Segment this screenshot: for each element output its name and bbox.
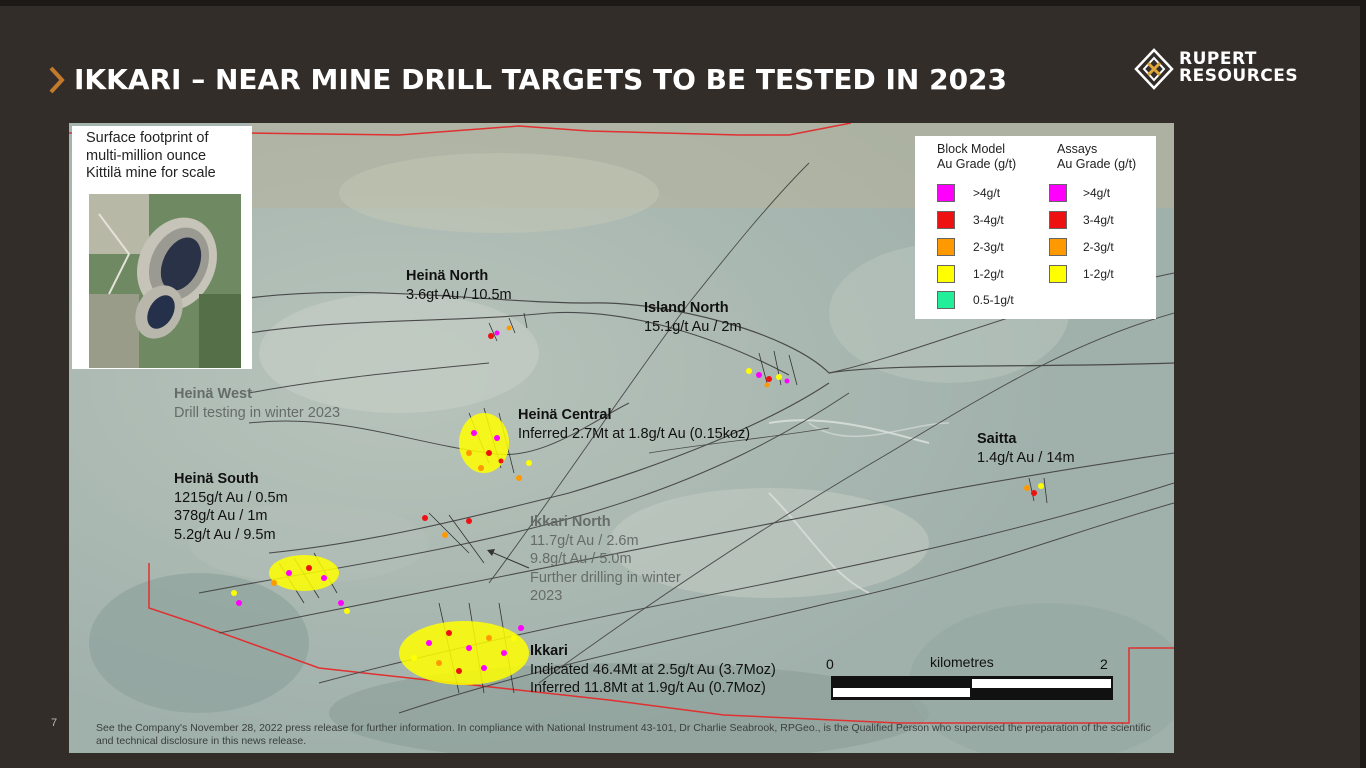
target-detail: Further drilling in winter <box>530 569 681 586</box>
block-label-1-2: 1-2g/t <box>973 267 1004 281</box>
block-label-gt4: >4g/t <box>973 186 1001 200</box>
logo-line-2: RESOURCES <box>1179 66 1299 86</box>
assay-swatch-2-3 <box>1049 238 1067 256</box>
scale-end-label: 2 <box>1100 656 1108 672</box>
target-name: Ikkari North <box>530 514 611 530</box>
assay-swatch-1-2 <box>1049 265 1067 283</box>
kittila-mine-inset: Surface footprint of multi-million ounce… <box>72 126 252 369</box>
target-name: Heinä North <box>406 268 489 284</box>
target-heina-south: Heinä South 1215g/t Au / 0.5m 378g/t Au … <box>174 470 288 544</box>
assay-label-1-2: 1-2g/t <box>1083 267 1114 281</box>
target-name: Island North <box>644 300 729 316</box>
target-detail: 1215g/t Au / 0.5m <box>174 489 288 506</box>
target-detail: 2023 <box>530 588 563 604</box>
block-swatch-gt4 <box>937 184 955 202</box>
legend-title-line: Au Grade (g/t) <box>1057 157 1137 171</box>
assay-label-3-4: 3-4g/t <box>1083 213 1114 227</box>
inset-caption: Surface footprint of multi-million ounce… <box>86 130 246 183</box>
block-swatch-1-2 <box>937 265 955 283</box>
block-label-2-3: 2-3g/t <box>973 240 1004 254</box>
target-detail: Drill testing in winter 2023 <box>174 404 341 421</box>
block-label-3-4: 3-4g/t <box>973 213 1004 227</box>
target-name: Ikkari <box>530 643 568 659</box>
block-swatch-0-5-1 <box>937 291 955 309</box>
target-detail: 3.6gt Au / 10.5m <box>406 286 512 303</box>
company-logo: RUPERT RESOURCES <box>1134 48 1314 90</box>
target-heina-central: Heinä Central Inferred 2.7Mt at 1.8g/t A… <box>518 406 750 443</box>
diamond-x-icon <box>1134 48 1174 90</box>
target-heina-west: Heinä West Drill testing in winter 2023 <box>174 385 340 422</box>
target-name: Heinä South <box>174 471 259 487</box>
top-frame-bar <box>0 0 1366 6</box>
target-name: Heinä West <box>174 386 252 402</box>
page-number: 7 <box>51 717 58 729</box>
inset-caption-line: Kittilä mine for scale <box>86 165 216 181</box>
drill-target-map: Surface footprint of multi-million ounce… <box>69 123 1174 753</box>
target-heina-north: Heinä North 3.6gt Au / 10.5m <box>406 267 512 304</box>
footnote: See the Company's November 28, 2022 pres… <box>96 722 1151 747</box>
target-detail: 1.4g/t Au / 14m <box>977 449 1075 466</box>
legend-title-line: Au Grade (g/t) <box>937 157 1017 171</box>
scale-start-label: 0 <box>826 656 834 672</box>
scale-bar <box>831 676 1113 700</box>
target-detail: Inferred 2.7Mt at 1.8g/t Au (0.15koz) <box>518 425 751 442</box>
target-detail: 5.2g/t Au / 9.5m <box>174 526 276 543</box>
target-detail: Indicated 46.4Mt at 2.5g/t Au (3.7Moz) <box>530 661 776 678</box>
right-frame-bar <box>1360 0 1366 768</box>
target-name: Saitta <box>977 431 1017 447</box>
inset-caption-line: Surface footprint of <box>86 130 209 146</box>
target-detail: 15.1g/t Au / 2m <box>644 318 742 335</box>
assay-label-gt4: >4g/t <box>1083 186 1111 200</box>
target-name: Heinä Central <box>518 407 612 423</box>
target-detail: 11.7g/t Au / 2.6m <box>530 532 639 549</box>
assays-legend-title: Assays Au Grade (g/t) <box>1057 142 1136 172</box>
target-ikkari: Ikkari Indicated 46.4Mt at 2.5g/t Au (3.… <box>530 642 776 698</box>
target-detail: 9.8g/t Au / 5.0m <box>530 551 632 567</box>
target-detail: Inferred 11.8Mt at 1.9g/t Au (0.7Moz) <box>530 680 766 696</box>
legend-title-line: Assays <box>1057 142 1098 156</box>
legend-title-line: Block Model <box>937 142 1006 156</box>
assay-label-2-3: 2-3g/t <box>1083 240 1114 254</box>
ikkari-drill-dots <box>399 621 529 685</box>
kittila-mine-aerial-photo <box>89 194 241 368</box>
scale-bar-segment <box>972 679 1111 688</box>
target-ikkari-north: Ikkari North 11.7g/t Au / 2.6m 9.8g/t Au… <box>530 513 681 606</box>
scale-bar-segment <box>833 688 970 697</box>
logo-wordmark: RUPERT RESOURCES <box>1179 51 1298 85</box>
assay-swatch-gt4 <box>1049 184 1067 202</box>
inset-caption-line: multi-million ounce <box>86 147 207 164</box>
target-saitta: Saitta 1.4g/t Au / 14m <box>977 430 1075 467</box>
block-swatch-3-4 <box>937 211 955 229</box>
target-island-north: Island North 15.1g/t Au / 2m <box>644 299 742 336</box>
block-model-legend-title: Block Model Au Grade (g/t) <box>937 142 1016 172</box>
target-detail: 378g/t Au / 1m <box>174 508 268 524</box>
block-swatch-2-3 <box>937 238 955 256</box>
chevron-right-icon <box>49 66 65 94</box>
scale-unit-label: kilometres <box>930 654 994 670</box>
slide-title: IKKARI – NEAR MINE DRILL TARGETS TO BE T… <box>74 63 1008 96</box>
assay-swatch-3-4 <box>1049 211 1067 229</box>
grade-legend: Block Model Au Grade (g/t) Assays Au Gra… <box>915 136 1156 319</box>
block-label-0-5-1: 0.5-1g/t <box>973 293 1014 307</box>
